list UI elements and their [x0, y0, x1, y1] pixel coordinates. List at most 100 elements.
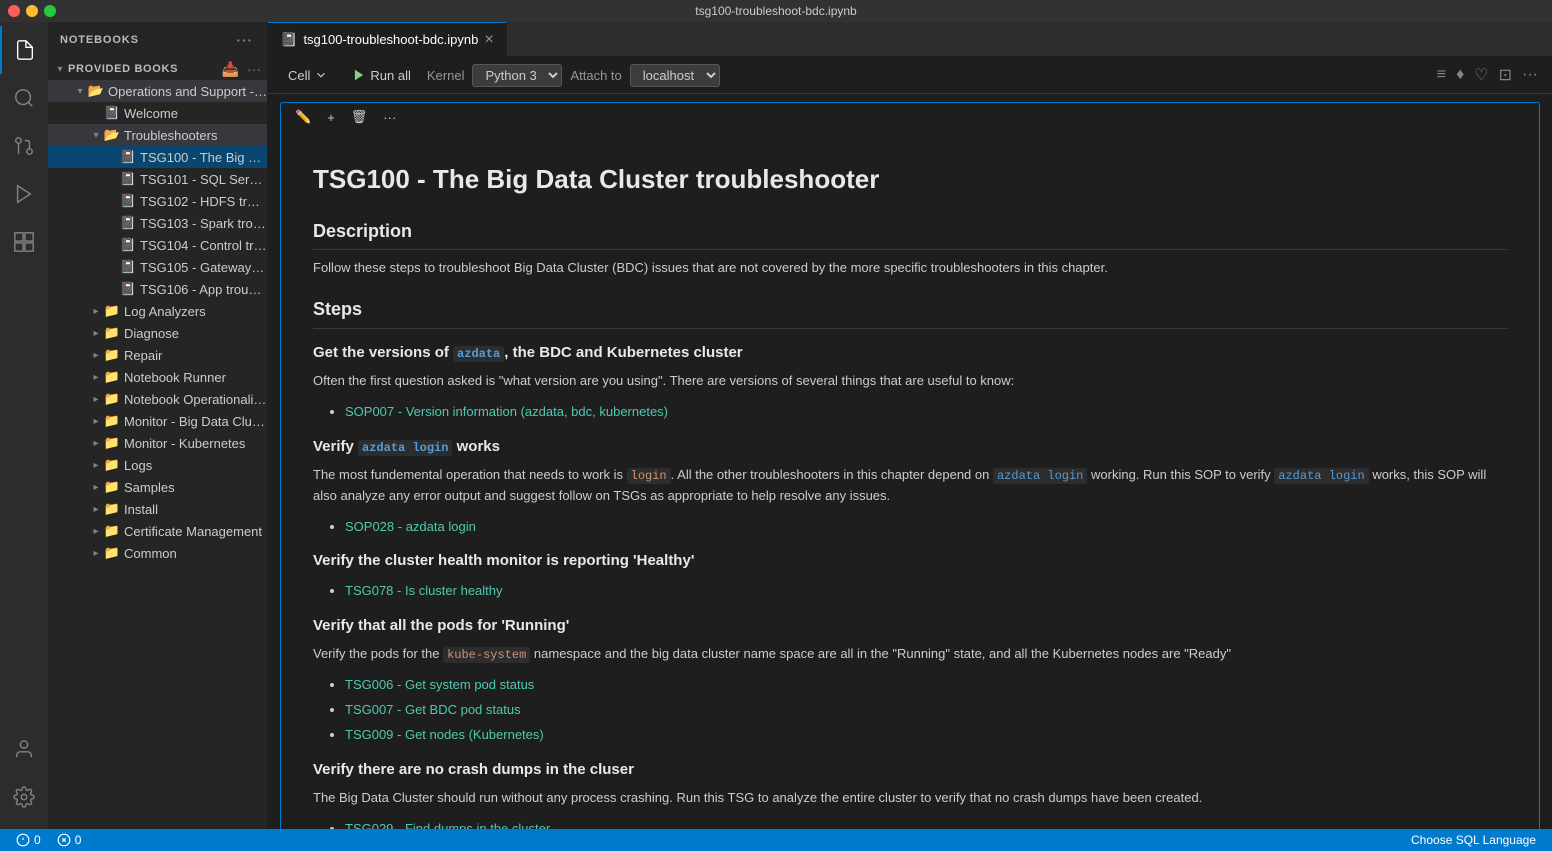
- folder-repair-icon: 📁: [104, 347, 120, 363]
- sidebar-item-monitor-k8s[interactable]: 📁 Monitor - Kubernetes: [48, 432, 267, 454]
- activity-account[interactable]: [0, 725, 48, 773]
- toolbar-more-btn[interactable]: ···: [1520, 64, 1540, 86]
- step3-links: TSG078 - Is cluster healthy: [345, 581, 1507, 602]
- notebook-title: TSG100 - The Big Data Cluster troublesho…: [313, 159, 1507, 201]
- common-arrow: [88, 548, 104, 559]
- sidebar-item-tsg102[interactable]: 📓 TSG102 - HDFS troubleshoo...: [48, 190, 267, 212]
- sidebar-item-monitor-bdc[interactable]: 📁 Monitor - Big Data Cluster: [48, 410, 267, 432]
- sidebar-item-tsg103[interactable]: 📓 TSG103 - Spark troubleshoo...: [48, 212, 267, 234]
- tab-tsg100[interactable]: 📓 tsg100-troubleshoot-bdc.ipynb ×: [268, 22, 507, 57]
- activity-settings[interactable]: [0, 773, 48, 821]
- window-title: tsg100-troubleshoot-bdc.ipynb: [695, 4, 856, 18]
- kernel-select[interactable]: Python 3: [472, 64, 562, 87]
- more-books-btn[interactable]: ···: [245, 59, 263, 79]
- content-area: 📓 tsg100-troubleshoot-bdc.ipynb × Cell R…: [268, 22, 1552, 829]
- sidebar-provided-books-header[interactable]: PROVIDED BOOKS 📥 ···: [48, 58, 267, 80]
- sidebar-item-ops-support[interactable]: 📂 Operations and Support - SQL...: [48, 80, 267, 102]
- step4-links: TSG006 - Get system pod status TSG007 - …: [345, 675, 1507, 745]
- sidebar-item-log-analyzers[interactable]: 📁 Log Analyzers: [48, 300, 267, 322]
- notebook-toolbar: Cell Run all Kernel Python 3 Attach to l…: [268, 57, 1552, 94]
- warning-count: 0: [34, 833, 41, 847]
- activity-files[interactable]: [0, 26, 48, 74]
- toolbar-split-btn[interactable]: ⊡: [1497, 63, 1514, 87]
- monitor-bdc-arrow: [88, 416, 104, 427]
- step1-links: SOP007 - Version information (azdata, bd…: [345, 402, 1507, 423]
- install-arrow: [88, 504, 104, 515]
- samples-label: Samples: [124, 480, 267, 495]
- sidebar-item-install[interactable]: 📁 Install: [48, 498, 267, 520]
- toolbar-bookmark-btn[interactable]: ♦: [1454, 64, 1466, 86]
- tsg029-link[interactable]: TSG029 - Find dumps in the cluster: [345, 821, 550, 829]
- azdata-code-1: azdata: [453, 346, 504, 362]
- notebook-content[interactable]: ✏️ + 🗑 ··· TSG100 - The Big Data Cluster…: [268, 94, 1552, 829]
- sidebar-item-samples[interactable]: 📁 Samples: [48, 476, 267, 498]
- minimize-traffic-light[interactable]: [26, 5, 38, 17]
- sidebar-item-cert-mgmt[interactable]: 📁 Certificate Management: [48, 520, 267, 542]
- cell-edit-btn[interactable]: ✏️: [289, 107, 317, 127]
- sop007-link[interactable]: SOP007 - Version information (azdata, bd…: [345, 404, 668, 419]
- status-language[interactable]: Choose SQL Language: [1403, 833, 1544, 847]
- activity-search[interactable]: [0, 74, 48, 122]
- notebook-tsg100-icon: 📓: [120, 149, 136, 165]
- sidebar-item-tsg106[interactable]: 📓 TSG106 - App troubleshoo...: [48, 278, 267, 300]
- status-warnings[interactable]: 0: [8, 833, 49, 847]
- common-label: Common: [124, 546, 267, 561]
- activity-debug[interactable]: [0, 170, 48, 218]
- sop028-link[interactable]: SOP028 - azdata login: [345, 519, 476, 534]
- notebook-tsg101-icon: 📓: [120, 171, 136, 187]
- cell-delete-btn[interactable]: 🗑: [345, 107, 374, 127]
- add-book-btn[interactable]: 📥: [220, 59, 241, 80]
- folder-monitor-bdc-icon: 📁: [104, 413, 120, 429]
- status-errors[interactable]: 0: [49, 833, 90, 847]
- app-container: NOTEBOOKS ··· PROVIDED BOOKS 📥 ··· 📂 Ope…: [0, 22, 1552, 829]
- folder-cert-mgmt-icon: 📁: [104, 523, 120, 539]
- azdata-login-code-1: azdata login: [993, 468, 1087, 484]
- cell-more-btn[interactable]: ···: [377, 107, 402, 127]
- tsg007-link[interactable]: TSG007 - Get BDC pod status: [345, 702, 521, 717]
- folder-nb-runner-icon: 📁: [104, 369, 120, 385]
- tab-close-btn[interactable]: ×: [484, 32, 493, 48]
- steps-heading: Steps: [313, 295, 1507, 329]
- sidebar-item-notebook-runner[interactable]: 📁 Notebook Runner: [48, 366, 267, 388]
- tsg006-link[interactable]: TSG006 - Get system pod status: [345, 677, 534, 692]
- sidebar-item-repair[interactable]: 📁 Repair: [48, 344, 267, 366]
- sidebar-item-logs[interactable]: 📁 Logs: [48, 454, 267, 476]
- toolbar-filter-btn[interactable]: ≡: [1435, 64, 1448, 86]
- sidebar-header-icons: ···: [234, 30, 255, 50]
- sidebar-item-tsg101[interactable]: 📓 TSG101 - SQL Server troub...: [48, 168, 267, 190]
- activity-source-control[interactable]: [0, 122, 48, 170]
- sidebar-more-btn[interactable]: ···: [234, 30, 255, 50]
- tsg009-link[interactable]: TSG009 - Get nodes (Kubernetes): [345, 727, 544, 742]
- toolbar-right: ≡ ♦ ♡ ⊡ ···: [1435, 63, 1540, 87]
- maximize-traffic-light[interactable]: [44, 5, 56, 17]
- sidebar-item-common[interactable]: 📁 Common: [48, 542, 267, 564]
- step2-heading: Verify azdata login works: [313, 435, 1507, 459]
- tab-notebook-icon: 📓: [280, 31, 297, 48]
- activity-bar: [0, 22, 48, 829]
- cell-toolbar: ✏️ + 🗑 ···: [280, 102, 1540, 131]
- sidebar-content[interactable]: PROVIDED BOOKS 📥 ··· 📂 Operations and Su…: [48, 58, 267, 829]
- nb-ops-arrow: [88, 394, 104, 405]
- sidebar-item-troubleshooters[interactable]: 📂 Troubleshooters: [48, 124, 267, 146]
- activity-extensions[interactable]: [0, 218, 48, 266]
- tsg078-link[interactable]: TSG078 - Is cluster healthy: [345, 583, 503, 598]
- sidebar-item-diagnose[interactable]: 📁 Diagnose: [48, 322, 267, 344]
- repair-arrow: [88, 350, 104, 361]
- tsg100-label: TSG100 - The Big Data Clu...: [140, 150, 267, 165]
- sidebar-item-welcome[interactable]: 📓 Welcome: [48, 102, 267, 124]
- azdata-code-2: azdata login: [358, 440, 452, 456]
- toolbar-heart-btn[interactable]: ♡: [1472, 63, 1490, 87]
- cell-add-btn[interactable]: +: [321, 107, 341, 127]
- run-all-btn[interactable]: Run all: [344, 65, 418, 86]
- step5-heading: Verify there are no crash dumps in the c…: [313, 758, 1507, 782]
- monitor-k8s-arrow: [88, 438, 104, 449]
- cell-btn[interactable]: Cell: [280, 65, 336, 86]
- close-traffic-light[interactable]: [8, 5, 20, 17]
- sidebar-item-tsg105[interactable]: 📓 TSG105 - Gateway trouble...: [48, 256, 267, 278]
- sidebar-item-tsg104[interactable]: 📓 TSG104 - Control troubles...: [48, 234, 267, 256]
- sidebar-item-tsg100[interactable]: 📓 TSG100 - The Big Data Clu...: [48, 146, 267, 168]
- sidebar-item-nb-ops[interactable]: 📁 Notebook Operationalization: [48, 388, 267, 410]
- attach-select[interactable]: localhost: [630, 64, 720, 87]
- sidebar-notebooks-header: NOTEBOOKS ···: [48, 22, 267, 58]
- notebook-md-content: TSG100 - The Big Data Cluster troublesho…: [293, 139, 1527, 829]
